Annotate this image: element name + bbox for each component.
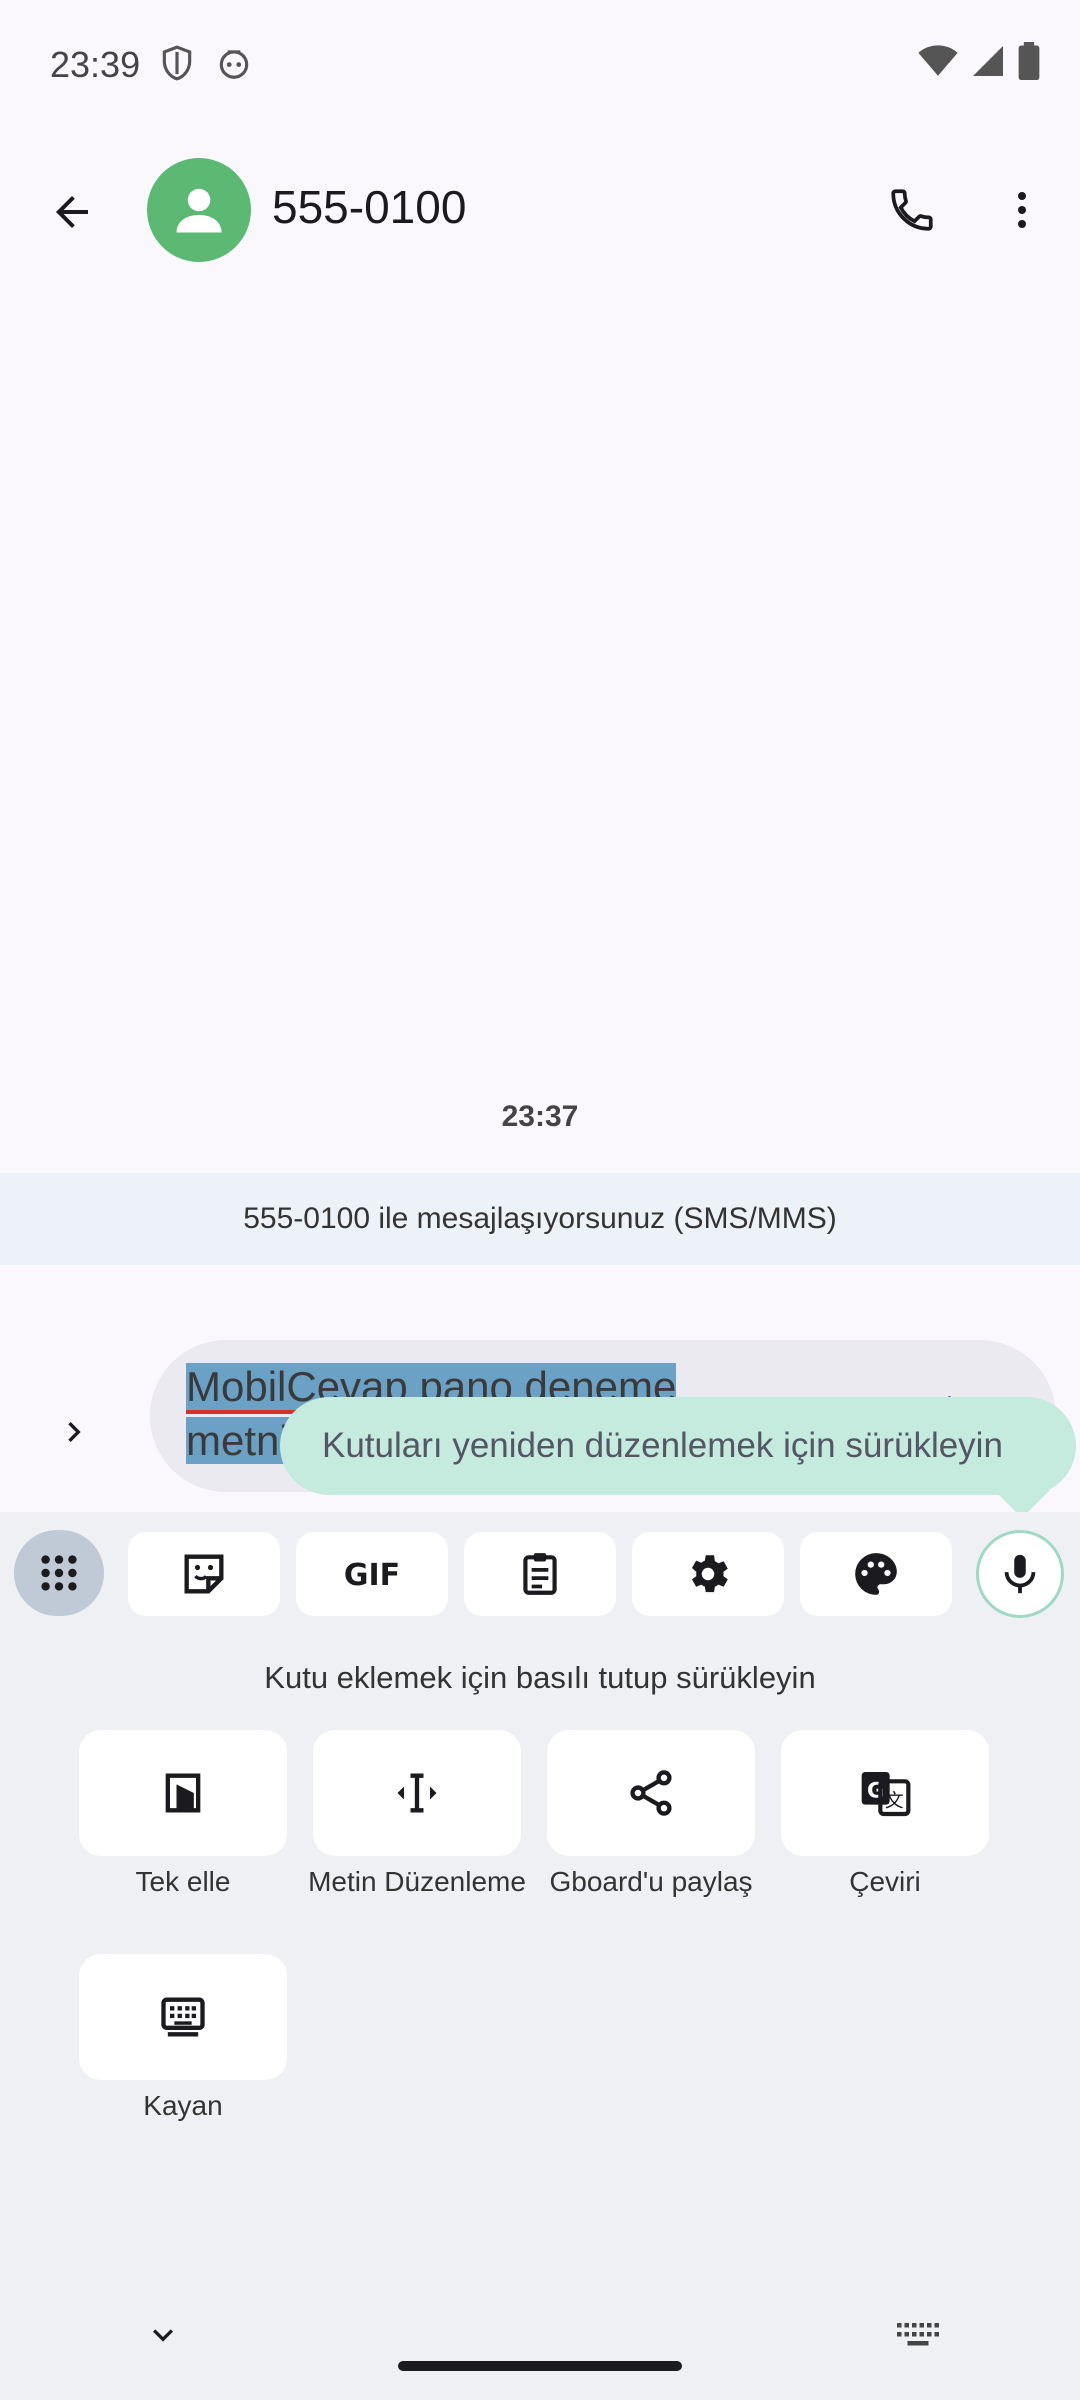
more-vert-icon [1018,192,1026,228]
shield-icon [158,44,196,82]
one-hand-icon [165,1773,201,1813]
call-button[interactable] [880,178,944,242]
message-timestamp: 23:37 [501,1100,579,1133]
translate-icon: G文 [861,1772,911,1817]
text-cursor-icon [397,1773,437,1813]
status-right [918,42,1040,85]
share-icon [630,1770,672,1816]
floating-keyboard-icon [161,1997,205,2037]
compose-text-line2: metni [186,1417,289,1464]
palette-icon [855,1553,897,1595]
conversation-app-bar: 555-0100 [0,150,1080,270]
tile-translate-label: Çeviri [849,1866,921,1897]
mic-icon [1004,1554,1036,1594]
more-options-button[interactable] [990,178,1054,242]
contact-avatar[interactable] [147,158,251,262]
chevron-down-icon [153,2329,173,2342]
battery-icon [1018,42,1040,85]
svg-text:文: 文 [885,1791,904,1812]
robot-icon [215,44,253,82]
tile-text-editing[interactable] [313,1730,521,1856]
sticker-icon [184,1554,224,1594]
clipboard-icon [523,1553,557,1595]
expand-attachments-button[interactable] [44,1400,104,1464]
back-button[interactable] [40,180,104,244]
status-bar: 23:39 [0,0,1080,130]
tile-translate[interactable]: G文 [781,1730,989,1856]
tile-one-handed[interactable] [79,1730,287,1856]
apps-grid-button[interactable] [14,1530,104,1616]
tile-text-editing-label: Metin Düzenleme [308,1866,526,1897]
gboard-panel: GIF Kutu eklemek için basılı tutup sürük… [0,1512,1080,2400]
keyboard-toolbar: GIF [0,1512,1080,1632]
switch-keyboard-button[interactable] [893,2312,943,2358]
back-arrow-icon [56,196,88,228]
collapse-keyboard-button[interactable] [140,2312,186,2358]
tile-floating-label: Kayan [143,2090,223,2121]
gif-icon: GIF [344,1558,400,1590]
contact-name[interactable]: 555-0100 [272,180,466,234]
tile-share-gboard[interactable] [547,1730,755,1856]
sticker-button[interactable] [128,1532,280,1616]
wifi-icon [918,43,958,84]
theme-button[interactable] [800,1532,952,1616]
keyboard-icon [897,2323,939,2346]
voice-input-button[interactable] [976,1530,1064,1618]
clipboard-button[interactable] [464,1532,616,1616]
settings-button[interactable] [632,1532,784,1616]
status-time: 23:39 [50,44,141,85]
rearrange-tooltip: Kutuları yeniden düzenlemek için sürükle… [280,1397,1076,1495]
sms-info-banner: 555-0100 ile mesajlaşıyorsunuz (SMS/MMS) [0,1173,1080,1265]
gesture-home-bar[interactable] [398,2361,682,2371]
keyboard-hint: Kutu eklemek için basılı tutup sürükleyi… [264,1660,816,1695]
svg-text:GIF: GIF [344,1558,400,1590]
signal-icon [970,43,1006,84]
grid-icon [41,1555,77,1591]
tile-one-handed-label: Tek elle [135,1866,231,1897]
person-icon [176,188,222,233]
tile-floating[interactable] [79,1954,287,2080]
phone-icon [891,189,933,231]
chevron-right-icon [68,1422,81,1442]
tile-share-gboard-label: Gboard'u paylaş [549,1866,753,1897]
settings-icon [691,1555,728,1593]
gif-button[interactable]: GIF [296,1532,448,1616]
